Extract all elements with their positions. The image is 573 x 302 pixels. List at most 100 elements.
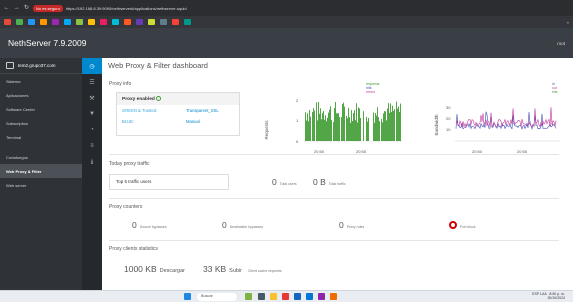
dashboard-icon[interactable]: ◷ <box>82 58 102 74</box>
host-selector[interactable]: tem2.grupo37.com <box>0 58 82 74</box>
host-name: tem2.grupo37.com <box>18 63 56 68</box>
requests-bar <box>340 106 341 141</box>
back-icon[interactable]: ← <box>3 5 10 12</box>
gauge-icon[interactable]: ◔ <box>82 122 102 138</box>
requests-bar <box>371 109 372 141</box>
more-bookmarks-icon[interactable]: » <box>567 20 569 25</box>
bookmark-icon[interactable] <box>88 19 95 25</box>
requests-bar <box>366 116 367 141</box>
blue-zone-mode[interactable]: Manual <box>186 119 200 124</box>
icon-rail: ◷ ☰ ⚒ ▼ ◔ ≡ ℹ <box>82 58 102 290</box>
requests-bar <box>316 102 317 141</box>
weather-widget-icon[interactable] <box>245 293 252 300</box>
not-secure-badge[interactable]: No es seguro <box>33 4 63 12</box>
chrome-icon[interactable] <box>282 293 289 300</box>
forward-icon[interactable]: → <box>13 5 20 12</box>
proxy-rules-label: Proxy rules <box>346 225 365 229</box>
requests-bar <box>370 119 371 141</box>
requests-bar <box>361 119 362 141</box>
server-icon <box>6 62 14 69</box>
info-icon[interactable]: ℹ <box>82 154 102 170</box>
requests-bar <box>324 119 325 141</box>
sidebar-item-aplicaciones[interactable]: Aplicaciones <box>0 88 82 102</box>
filter-icon[interactable]: ▼ <box>82 106 102 122</box>
requests-bar <box>354 110 355 141</box>
requests-bar <box>397 108 398 141</box>
app-icon[interactable] <box>330 293 337 300</box>
proxy-enabled-label: Proxy enabled <box>122 96 155 102</box>
bookmark-icon[interactable] <box>4 19 11 25</box>
legend-bw-hits: hits <box>552 90 558 94</box>
clock-date[interactable]: 30/10/2024 <box>547 296 565 300</box>
mail-icon[interactable] <box>306 293 313 300</box>
bookmark-icon[interactable] <box>112 19 119 25</box>
requests-bar <box>320 108 321 141</box>
download-value: 1000 KB <box>124 264 157 274</box>
bookmark-icon[interactable] <box>28 19 35 25</box>
requests-bar <box>394 109 395 141</box>
requests-bar <box>380 121 381 141</box>
total-users-value: 0 <box>272 177 277 187</box>
language-indicator[interactable]: ESP LAA <box>532 292 546 296</box>
address-bar[interactable]: https://192.168.8.39:9090/nethserver#/ap… <box>66 6 187 11</box>
store-icon[interactable] <box>294 293 301 300</box>
bookmark-icon[interactable] <box>160 19 167 25</box>
requests-bar <box>382 122 383 141</box>
requests-bar <box>385 111 386 141</box>
bookmark-icon[interactable] <box>184 19 191 25</box>
app-icon[interactable] <box>318 293 325 300</box>
source-bypass-stat: 0 Source bypasses <box>132 220 167 230</box>
bookmark-icon[interactable] <box>136 19 143 25</box>
taskbar-search[interactable]: Buscar <box>197 293 237 301</box>
blue-zone-label: BLUE: <box>122 119 135 124</box>
requests-bar <box>384 111 385 141</box>
requests-bar <box>338 113 339 141</box>
bookmark-icon[interactable] <box>16 19 23 25</box>
reload-icon[interactable]: ↻ <box>23 5 30 12</box>
list-icon[interactable]: ☰ <box>82 74 102 90</box>
requests-bar <box>398 106 399 141</box>
requests-bar <box>330 106 331 141</box>
bandwidth-ylabel: Bandwidth <box>434 114 439 136</box>
sidebar-item-software-center[interactable]: Software Center <box>0 102 82 116</box>
sidebar-item-web-proxy[interactable]: Web Proxy & Filter <box>0 164 82 178</box>
destination-bypass-value: 0 <box>222 220 227 230</box>
green-zone-mode[interactable]: Transparent_SSL <box>186 108 219 113</box>
sidebar-item-subscription[interactable]: Subscription <box>0 116 82 130</box>
requests-bar <box>306 120 307 141</box>
sidebar-item-cortafuegos[interactable]: Cortafuegos <box>0 150 82 164</box>
sidebar-item-sistema[interactable]: Sistema <box>0 74 82 88</box>
requests-bar <box>374 122 375 141</box>
download-label: Descargar <box>159 268 185 274</box>
task-view-icon[interactable] <box>258 293 265 300</box>
top5-users-selector[interactable]: Top 5 traffic users <box>109 174 229 190</box>
client-requests-label: Client cache requests <box>248 269 282 273</box>
total-traffic-label: Total traffic <box>328 182 346 186</box>
windows-start-icon[interactable] <box>184 293 191 300</box>
bookmark-icon[interactable] <box>76 19 83 25</box>
sidebar-item-web-server[interactable]: Web server <box>0 178 82 192</box>
bookmark-icon[interactable] <box>64 19 71 25</box>
user-menu[interactable]: root <box>557 41 565 46</box>
bookmark-icon[interactable] <box>40 19 47 25</box>
today-traffic-label: Today proxy traffic <box>109 161 150 167</box>
bookmark-icon[interactable] <box>52 19 59 25</box>
requests-bar <box>389 112 390 141</box>
requests-bar <box>362 121 363 141</box>
system-tray[interactable]: ESP LAA 8:50 p. m. 30/10/2024 <box>532 292 565 300</box>
legend-errors: errors <box>366 90 375 94</box>
proxy-rules-stat: 0 Proxy rules <box>339 220 364 230</box>
wrench-icon[interactable]: ⚒ <box>82 90 102 106</box>
file-explorer-icon[interactable] <box>270 293 277 300</box>
bookmark-icon[interactable] <box>172 19 179 25</box>
sidebar-item-terminal[interactable]: Terminal <box>0 130 82 144</box>
requests-bar <box>369 105 370 141</box>
bookmark-icon[interactable] <box>148 19 155 25</box>
bookmark-icon[interactable] <box>124 19 131 25</box>
requests-bar <box>307 113 308 141</box>
requests-bar <box>341 117 342 141</box>
menu-icon[interactable]: ≡ <box>82 138 102 154</box>
bookmark-icon[interactable] <box>100 19 107 25</box>
bandwidth-ytick-10: 10 <box>446 127 451 132</box>
green-zone-label: GREEN & Trusted: <box>122 108 158 113</box>
